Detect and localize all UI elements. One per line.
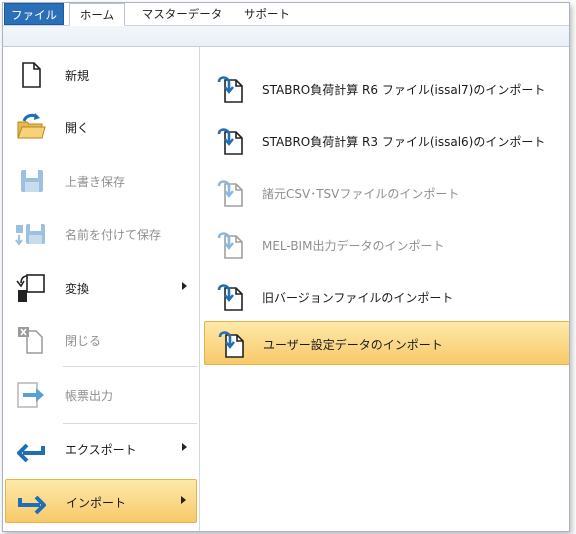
menu-item-export[interactable]: エクスポート: [5, 427, 197, 471]
tab-support[interactable]: サポート: [241, 3, 293, 25]
export-icon: [17, 443, 45, 463]
import-item-old-version[interactable]: 旧バージョンファイルのインポート: [204, 275, 569, 319]
import-item-label: MEL-BIM出力データのインポート: [262, 239, 445, 253]
menu-item-close[interactable]: 閉じる: [5, 318, 197, 362]
import-file-icon: [217, 128, 243, 155]
backstage-window: ファイル ホーム マスターデータ サポート 新規 開く 上書き保存 名前を付けて…: [2, 2, 570, 532]
report-output-icon: [17, 382, 44, 408]
close-document-icon: [18, 327, 43, 354]
import-item-user-settings[interactable]: ユーザー設定データのインポート: [204, 321, 569, 365]
import-submenu: STABRO負荷計算 R6 ファイル(issal7)のインポート STABRO負…: [200, 47, 569, 531]
import-item-label: 諸元CSV･TSVファイルのインポート: [262, 187, 460, 201]
menu-item-label: 名前を付けて保存: [65, 228, 162, 242]
menu-item-report-output[interactable]: 帳票出力: [5, 373, 197, 417]
save-icon: [21, 170, 43, 192]
new-document-icon: [22, 62, 41, 88]
menu-item-label: 帳票出力: [65, 389, 114, 403]
menu-separator: [63, 423, 197, 424]
open-folder-icon: [17, 113, 46, 139]
import-item-label: STABRO負荷計算 R3 ファイル(issal6)のインポート: [262, 135, 546, 149]
import-item-label: STABRO負荷計算 R6 ファイル(issal7)のインポート: [262, 83, 546, 97]
import-file-icon: [217, 232, 243, 259]
menu-item-open[interactable]: 開く: [5, 105, 197, 149]
menu-item-save-as[interactable]: 名前を付けて保存: [5, 212, 197, 256]
menu-item-import[interactable]: インポート: [5, 479, 197, 523]
import-file-icon: [217, 284, 243, 311]
import-file-icon: [217, 180, 243, 207]
tab-file[interactable]: ファイル: [4, 3, 64, 25]
import-item-label: ユーザー設定データのインポート: [263, 338, 443, 352]
import-file-icon: [218, 331, 244, 358]
menu-item-label: 開く: [65, 121, 90, 135]
import-item-csv-tsv[interactable]: 諸元CSV･TSVファイルのインポート: [204, 171, 569, 215]
menu-separator: [63, 366, 197, 367]
ribbon-tab-bar: ファイル ホーム マスターデータ サポート: [3, 3, 569, 26]
ribbon-collapsed-strip: [3, 26, 569, 47]
import-item-stabro-r3[interactable]: STABRO負荷計算 R3 ファイル(issal6)のインポート: [204, 119, 569, 163]
menu-item-new[interactable]: 新規: [5, 53, 197, 97]
menu-item-label: 上書き保存: [65, 175, 126, 189]
menu-item-label: 新規: [65, 69, 90, 83]
save-as-icon: [15, 224, 45, 246]
menu-item-label: 閉じる: [65, 334, 102, 348]
convert-icon: [16, 274, 45, 302]
tab-home[interactable]: ホーム: [69, 3, 125, 26]
import-file-icon: [217, 76, 243, 103]
menu-item-label: 変換: [65, 282, 90, 296]
import-icon: [18, 495, 46, 515]
import-item-mel-bim[interactable]: MEL-BIM出力データのインポート: [204, 223, 569, 267]
tab-master-data[interactable]: マスターデータ: [139, 3, 225, 25]
file-menu: 新規 開く 上書き保存 名前を付けて保存 変換 閉じる 帳票出力 エクスポート …: [3, 47, 200, 531]
menu-item-label: インポート: [66, 496, 127, 510]
submenu-arrow-icon: [182, 282, 187, 290]
menu-item-label: エクスポート: [65, 443, 137, 457]
menu-item-save[interactable]: 上書き保存: [5, 159, 197, 203]
import-item-label: 旧バージョンファイルのインポート: [262, 291, 454, 305]
menu-item-convert[interactable]: 変換: [5, 266, 197, 310]
submenu-arrow-icon: [181, 496, 186, 504]
import-item-stabro-r6[interactable]: STABRO負荷計算 R6 ファイル(issal7)のインポート: [204, 67, 569, 111]
submenu-arrow-icon: [182, 443, 187, 451]
